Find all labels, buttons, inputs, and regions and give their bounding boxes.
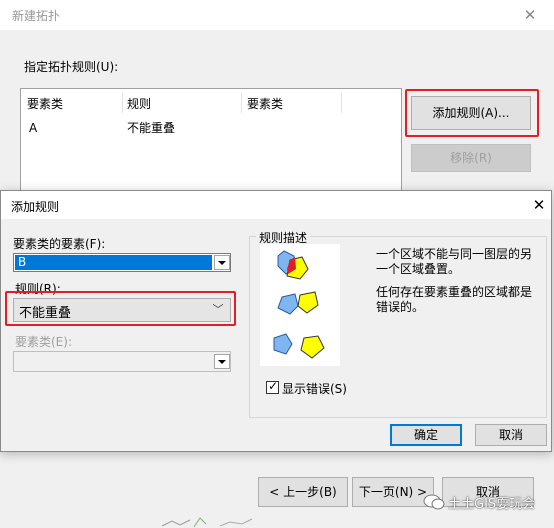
ok-button[interactable]: 确定 [390,424,462,446]
remove-rule-button[interactable]: 移除(R) [411,144,531,172]
column-divider [241,93,242,113]
table-cell-rule[interactable]: 不能重叠 [127,119,175,137]
watermark-text: 土土GIS耍玩会 [448,497,536,512]
column-header-feature-class[interactable]: 要素类 [27,93,63,115]
check-icon: ✓ [268,379,279,393]
feature-class-dropdown-button[interactable] [214,354,230,369]
cancel-button[interactable]: 取消 [475,424,547,446]
show-errors-label[interactable]: 显示错误(S) [282,380,347,397]
add-rule-title: 添加规则 [11,200,60,214]
rule-error-description-text: 任何存在要素重叠的区域都是错误的。 [376,285,533,314]
add-rule-close-icon[interactable]: ✕ [529,195,549,215]
rule-illustration [260,244,340,366]
wechat-icon [423,494,445,510]
next-button[interactable]: 下一页(N) > [352,477,434,507]
add-rule-dialog: 添加规则 ✕ 要素类的要素(F): B 规则(R): 不能重叠 ﹀ 要素类(E)… [0,190,552,452]
add-rule-highlight-box [405,89,539,137]
table-cell-feature-class[interactable]: A [29,119,37,137]
column-divider [341,93,342,113]
chevron-down-icon [218,360,226,364]
feature-label: 要素类的要素(F): [13,237,106,251]
topology-rules-label: 指定拓扑规则(U): [24,60,119,74]
feature-class-select[interactable] [13,351,231,372]
column-header-rule[interactable]: 规则 [127,93,151,115]
feature-class-label: 要素类(E): [15,335,72,349]
new-topology-title: 新建拓扑 [12,9,61,23]
rule-highlight-box [5,291,236,326]
column-header-feature-class-2[interactable]: 要素类 [247,93,283,115]
map-fragment-graphic [161,517,253,528]
new-topology-close-icon[interactable]: ✕ [520,5,540,25]
back-button[interactable]: < 上一步(B) [258,477,348,507]
column-divider [122,93,123,113]
new-topology-titlebar: 新建拓扑 ✕ [0,0,554,30]
topology-rules-table[interactable]: 要素类 规则 要素类 A 不能重叠 [20,88,402,198]
feature-select[interactable]: B [13,253,231,272]
chevron-down-icon [218,261,226,265]
show-errors-checkbox[interactable]: ✓ [266,379,279,394]
rule-description-text: 一个区域不能与同一图层的另一个区域叠置。 [376,247,533,276]
add-rule-titlebar: 添加规则 ✕ [1,191,551,219]
feature-select-value: B [15,255,212,270]
feature-dropdown-button[interactable] [214,255,230,270]
